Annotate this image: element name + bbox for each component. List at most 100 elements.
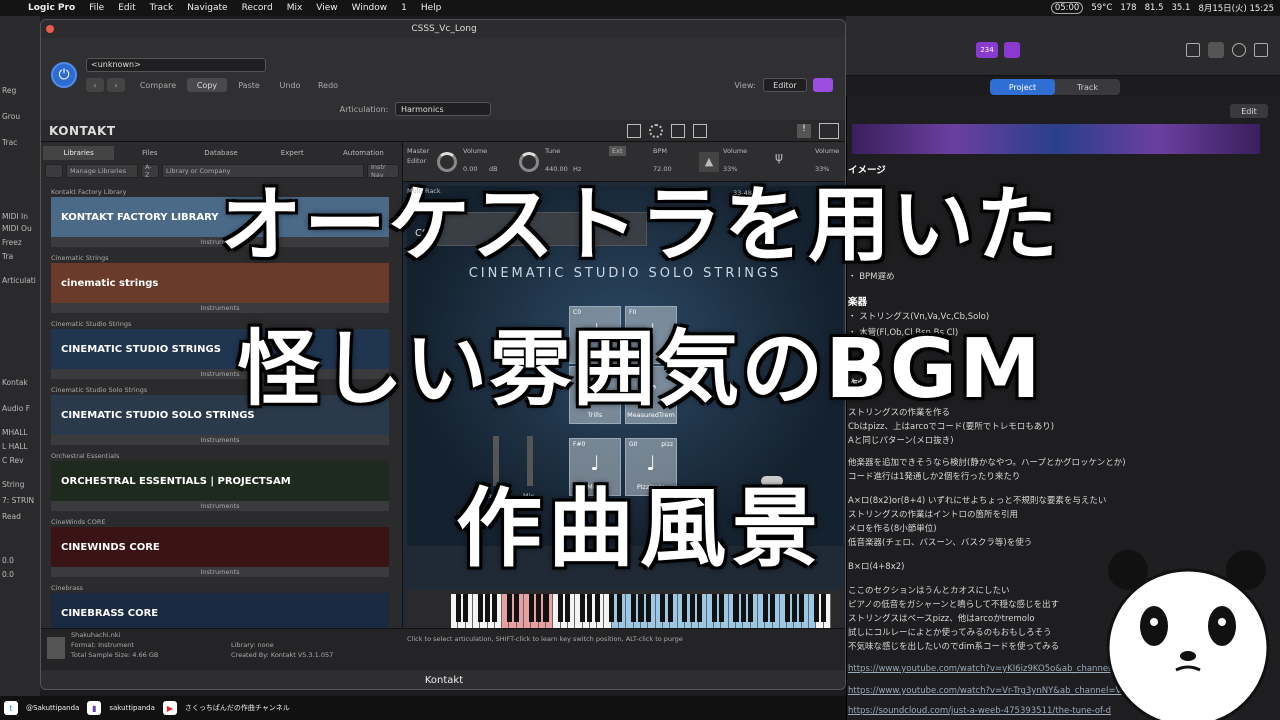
- piano-black-key[interactable]: [492, 594, 498, 622]
- volume-label: Volume: [463, 147, 488, 155]
- piano-black-key[interactable]: [740, 594, 746, 622]
- copy-button[interactable]: Copy: [187, 78, 227, 92]
- kontakt-logo: KONTAKT: [49, 124, 116, 138]
- piano-black-key[interactable]: [506, 594, 512, 622]
- piano-black-key[interactable]: [799, 594, 805, 622]
- menu-edit[interactable]: Edit: [118, 3, 135, 13]
- save-icon[interactable]: [627, 124, 641, 138]
- piano-black-key[interactable]: [748, 594, 754, 622]
- tab-project[interactable]: Project: [990, 79, 1055, 95]
- note-link[interactable]: https://www.youtube.com/watch?v=yKI6iz9K…: [848, 664, 1127, 674]
- menu-app[interactable]: Logic Pro: [28, 3, 75, 13]
- piano-black-key[interactable]: [718, 594, 724, 622]
- piano-black-key[interactable]: [587, 594, 593, 622]
- status-format: Format: Instrument: [71, 641, 134, 649]
- paste-button[interactable]: Paste: [231, 78, 267, 92]
- piano-black-key[interactable]: [784, 594, 790, 622]
- piano-black-key[interactable]: [638, 594, 644, 622]
- link-icon[interactable]: [813, 78, 833, 92]
- preset-select[interactable]: <unknown>: [86, 58, 266, 72]
- piano-black-key[interactable]: [609, 594, 615, 622]
- piano-black-key[interactable]: [536, 594, 542, 622]
- articulation-key: F#0: [573, 441, 586, 448]
- prev-preset-button[interactable]: ‹: [86, 78, 104, 92]
- status-created: Created By: Kontakt V5.3.1.057: [231, 651, 334, 659]
- piano-black-key[interactable]: [791, 594, 797, 622]
- piano-black-key[interactable]: [689, 594, 695, 622]
- piano-black-key[interactable]: [477, 594, 483, 622]
- status-timer[interactable]: 05:00: [1050, 2, 1084, 14]
- note-link[interactable]: https://www.youtube.com/watch?v=Vr-Trg3y…: [848, 686, 1121, 696]
- menu-view[interactable]: View: [316, 3, 337, 13]
- ext-button[interactable]: Ext: [609, 146, 626, 156]
- resize-icon[interactable]: [693, 124, 707, 138]
- multi-rack-label: Multi Rack: [407, 187, 441, 195]
- badge-icon[interactable]: 234: [976, 42, 998, 58]
- metronome-volume-label: Volume: [723, 147, 748, 155]
- menu-1[interactable]: 1: [401, 3, 407, 13]
- piano-black-key[interactable]: [645, 594, 651, 622]
- piano-black-key[interactable]: [514, 594, 520, 622]
- piano-black-key[interactable]: [631, 594, 637, 622]
- piano-black-key[interactable]: [543, 594, 549, 622]
- piano-black-key[interactable]: [565, 594, 571, 622]
- menu-bar: Logic Pro File Edit Track Navigate Recor…: [0, 0, 1280, 16]
- redo-button[interactable]: Redo: [311, 78, 345, 92]
- piano-black-key[interactable]: [455, 594, 461, 622]
- piano-black-key[interactable]: [762, 594, 768, 622]
- piano-black-key[interactable]: [616, 594, 622, 622]
- editor-icon[interactable]: [1208, 42, 1224, 58]
- piano-black-key[interactable]: [821, 594, 827, 622]
- piano-black-key[interactable]: [682, 594, 688, 622]
- rack-range-label[interactable]: 33-48: [733, 188, 752, 198]
- piano-black-key[interactable]: [660, 594, 666, 622]
- piano-black-key[interactable]: [667, 594, 673, 622]
- piano-black-key[interactable]: [711, 594, 717, 622]
- menu-file[interactable]: File: [89, 3, 104, 13]
- keyboard-icon[interactable]: [819, 123, 839, 139]
- menu-mix[interactable]: Mix: [287, 3, 303, 13]
- articulation-select[interactable]: Harmonics: [395, 102, 491, 116]
- file-icon: [47, 637, 65, 659]
- menu-record[interactable]: Record: [242, 3, 273, 13]
- next-preset-button[interactable]: ›: [107, 78, 125, 92]
- piano-black-key[interactable]: [558, 594, 564, 622]
- menu-window[interactable]: Window: [352, 3, 388, 13]
- library-instruments-button[interactable]: Instruments: [51, 435, 389, 445]
- browser-icon[interactable]: [1254, 43, 1268, 57]
- tab-track[interactable]: Track: [1055, 79, 1120, 95]
- kontakt-toolbar: KONTAKT !: [41, 120, 845, 142]
- piano-black-key[interactable]: [594, 594, 600, 622]
- power-icon[interactable]: ⏻: [51, 62, 77, 88]
- gear-icon[interactable]: [649, 124, 663, 138]
- twitter-handle: @Sakuttipanda: [26, 704, 80, 712]
- note-link[interactable]: https://soundcloud.com/just-a-weeb-47539…: [848, 706, 1111, 716]
- piano-black-key[interactable]: [769, 594, 776, 622]
- piano-black-key[interactable]: [528, 594, 534, 622]
- edit-button[interactable]: Edit: [1230, 104, 1268, 118]
- piano-black-key[interactable]: [579, 594, 586, 622]
- status-stat2: 81.5: [1144, 3, 1164, 13]
- menu-navigate[interactable]: Navigate: [187, 3, 227, 13]
- piano-black-key[interactable]: [463, 594, 469, 622]
- status-file: Shakuhachi.nki: [71, 631, 121, 639]
- warning-icon[interactable]: !: [797, 124, 811, 138]
- piano-black-key[interactable]: [813, 594, 819, 622]
- library-banner[interactable]: CINEBRASS CORE: [51, 593, 389, 633]
- list-icon[interactable]: [1186, 43, 1200, 57]
- compare-button[interactable]: Compare: [133, 78, 183, 92]
- rack-icon[interactable]: [671, 124, 685, 138]
- loop-icon[interactable]: [1232, 43, 1246, 57]
- undo-button[interactable]: Undo: [273, 78, 307, 92]
- view-select[interactable]: Editor: [763, 78, 807, 92]
- piano-black-key[interactable]: [484, 594, 491, 622]
- metronome-icon[interactable]: [1004, 42, 1020, 58]
- piano-black-key[interactable]: [733, 594, 739, 622]
- youtube-icon: ▶: [162, 701, 177, 715]
- menu-help[interactable]: Help: [421, 3, 442, 13]
- status-clock[interactable]: 8月15日(火) 15:25: [1198, 2, 1274, 14]
- piano-black-key[interactable]: [696, 594, 702, 622]
- notes-banner-image: [852, 124, 1260, 154]
- close-window-button[interactable]: [46, 25, 54, 33]
- menu-track[interactable]: Track: [150, 3, 174, 13]
